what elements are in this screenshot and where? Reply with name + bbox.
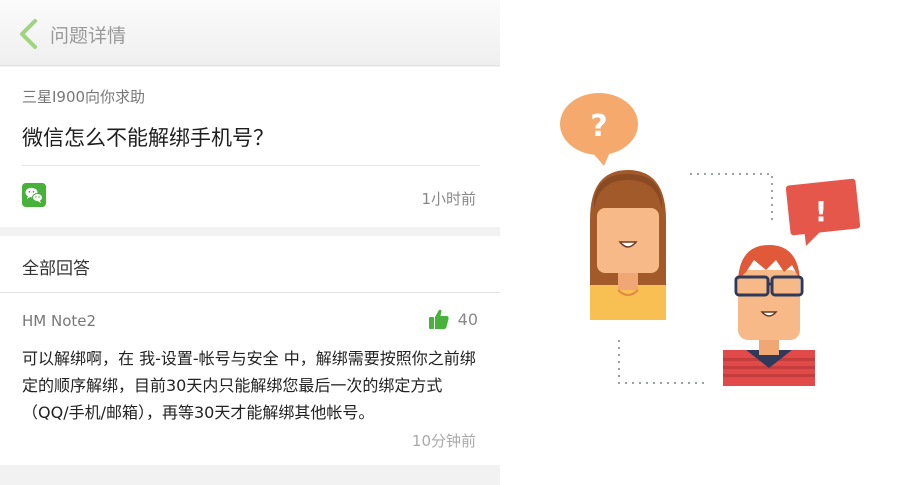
question-card: 三星I900向你求助 微信怎么不能解绑手机号？ 1小时前 bbox=[0, 67, 500, 227]
man-avatar bbox=[723, 245, 815, 386]
question-asker: 三星I900向你求助 bbox=[22, 88, 146, 106]
answer-author: HM Note2 bbox=[22, 312, 97, 330]
help-illustration: ? ! bbox=[560, 93, 861, 386]
answer-time: 10分钟前 bbox=[411, 432, 476, 450]
like-button[interactable]: 40 bbox=[428, 306, 478, 332]
woman-avatar bbox=[590, 170, 666, 320]
answer-body: 可以解绑啊，在 我-设置-帐号与安全 中，解绑需要按照你之前绑定的顺序解绑，目前… bbox=[22, 349, 476, 422]
question-title: 微信怎么不能解绑手机号？ bbox=[22, 126, 274, 150]
question-bubble-icon: ? bbox=[560, 93, 638, 166]
exclamation-mark: ! bbox=[815, 195, 828, 228]
divider bbox=[22, 165, 480, 166]
question-mark: ? bbox=[590, 109, 607, 144]
top-nav-bar: 问题详情 bbox=[0, 0, 500, 66]
answer-item: HM Note2 40 可以解绑啊，在 我-设置-帐号与安全 中，解绑需要按照你… bbox=[0, 293, 500, 465]
phone-screen: 问题详情 三星I900向你求助 微信怎么不能解绑手机号？ 1小时前 全部回答 H… bbox=[0, 0, 500, 485]
wechat-icon bbox=[22, 183, 46, 207]
question-time: 1小时前 bbox=[421, 190, 476, 208]
thumbs-up-icon bbox=[428, 309, 449, 329]
dotted-connector-bottom bbox=[618, 340, 706, 384]
back-arrow-icon[interactable] bbox=[16, 18, 42, 50]
answers-section-title: 全部回答 bbox=[22, 259, 90, 279]
page-title: 问题详情 bbox=[50, 25, 127, 47]
dotted-connector-top bbox=[690, 173, 773, 220]
exclamation-bubble-icon: ! bbox=[785, 178, 861, 246]
answers-section-header: 全部回答 bbox=[0, 236, 500, 293]
like-count: 40 bbox=[457, 309, 478, 329]
